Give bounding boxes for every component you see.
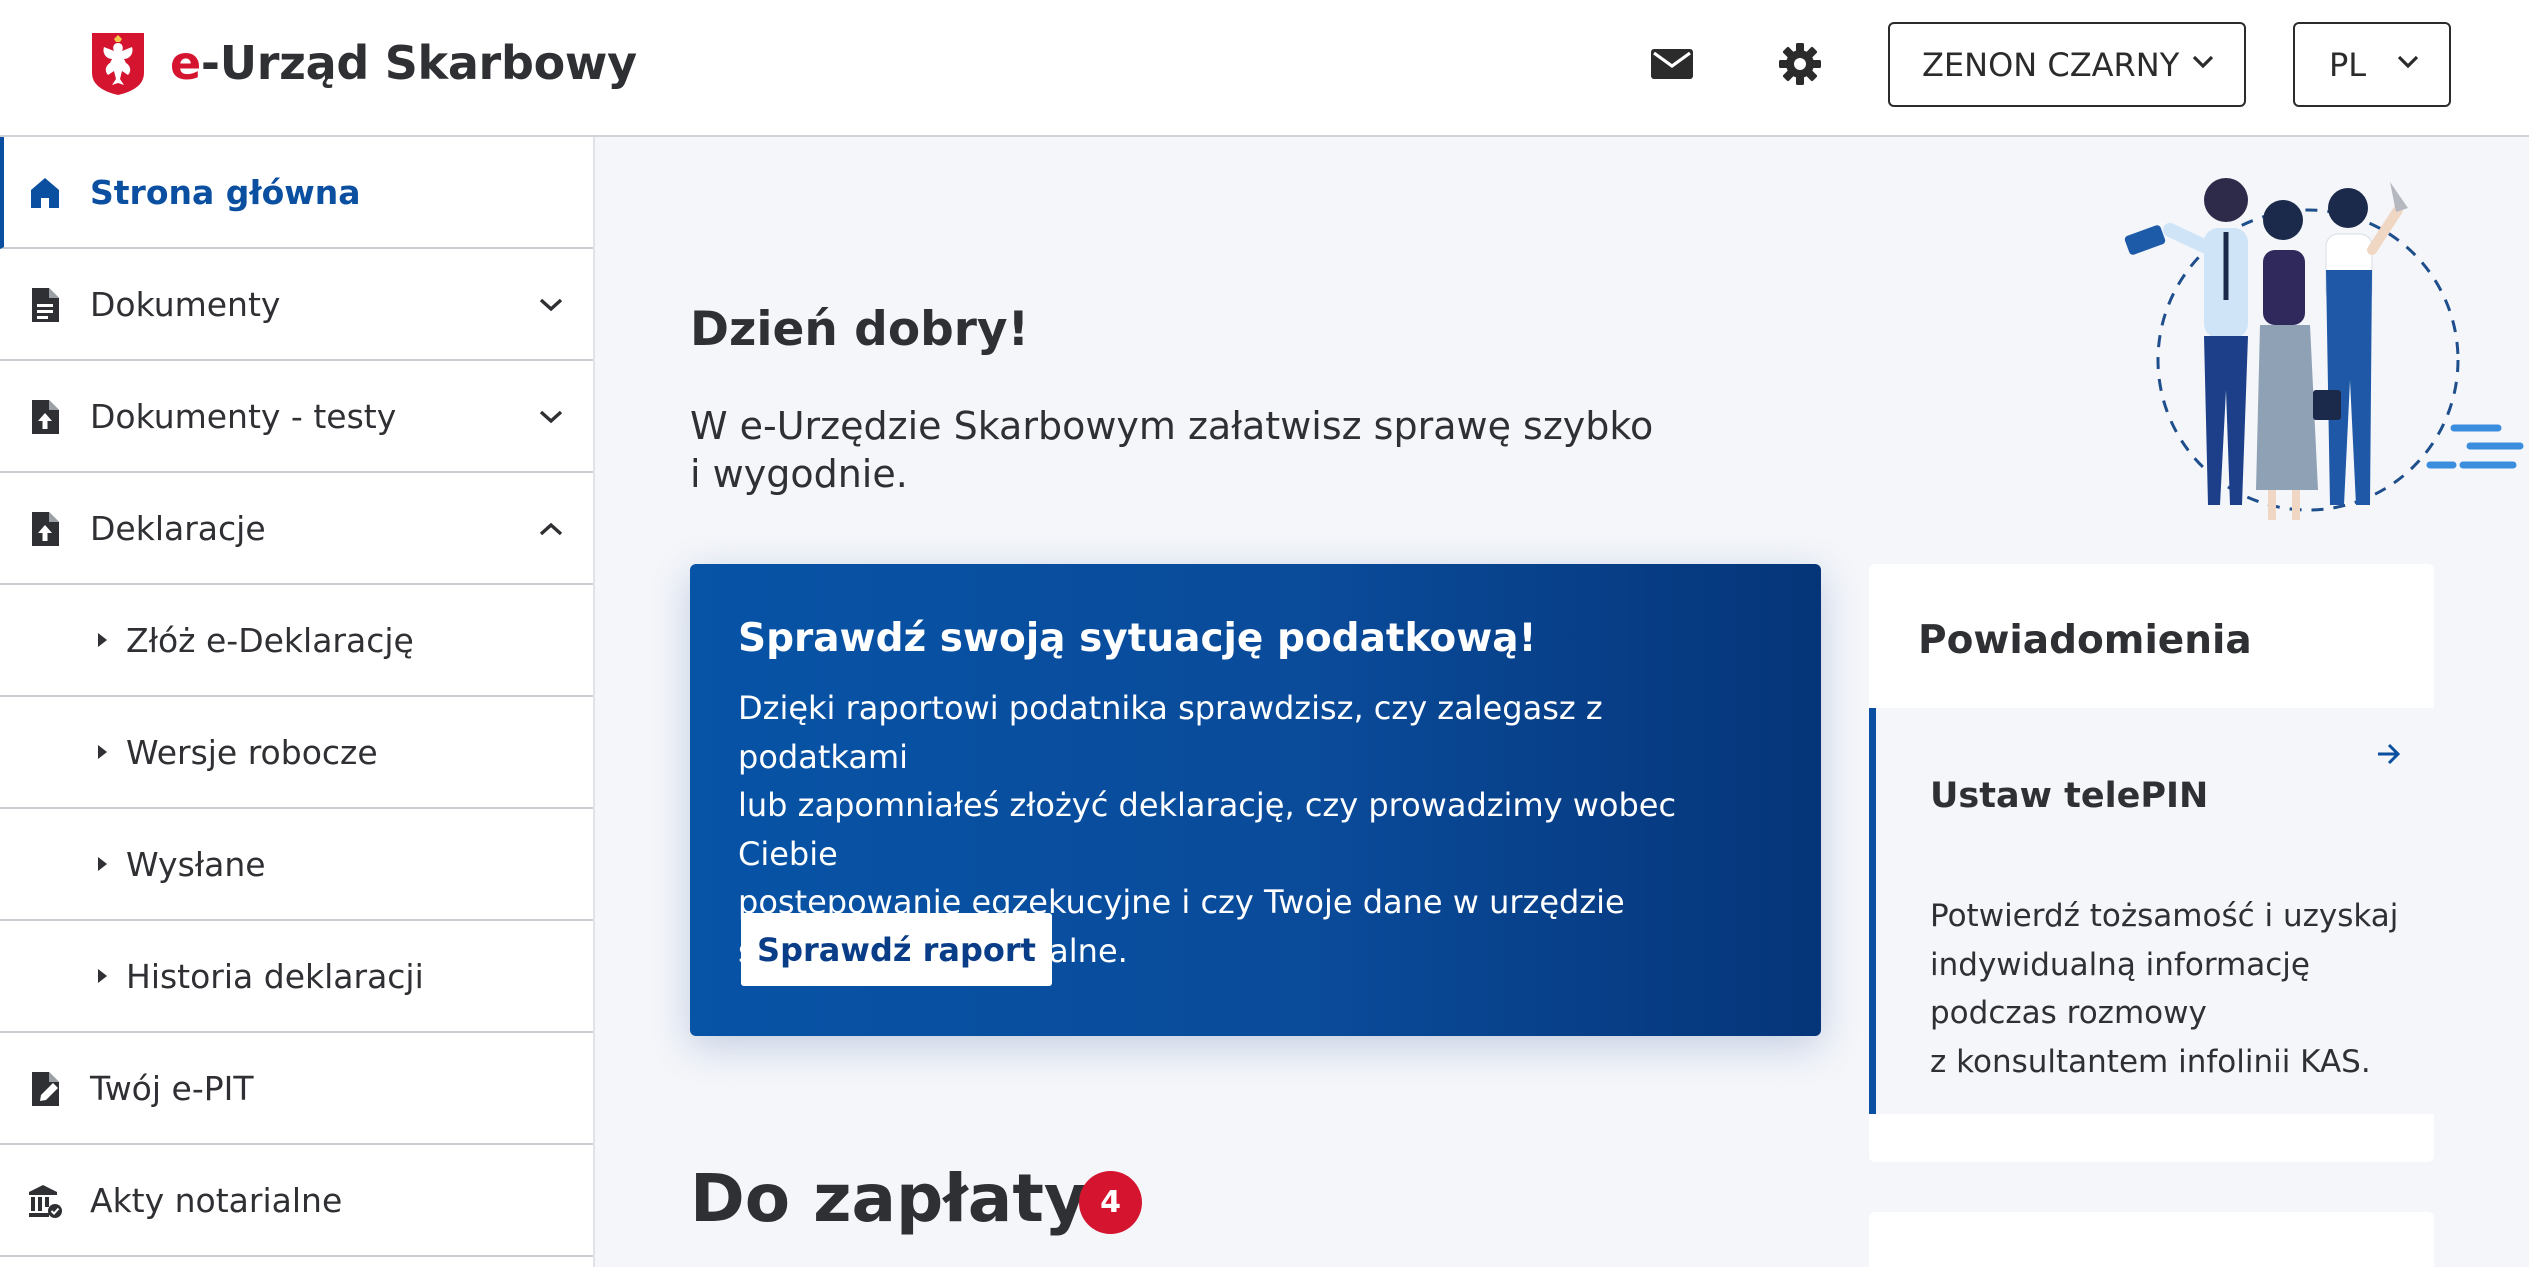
greeting-heading: Dzień dobry! <box>690 302 1030 357</box>
chevron-up-icon <box>539 522 563 536</box>
sidebar-item-notarial-deeds[interactable]: Akty notarialne <box>0 1145 593 1257</box>
banner-title: Sprawdź swoją sytuację podatkową! <box>738 616 1537 661</box>
user-name-label: ZENON CZARNY <box>1922 45 2180 84</box>
sidebar-item-home[interactable]: Strona główna <box>0 137 593 249</box>
people-illustration <box>2124 178 2524 520</box>
chevron-down-icon <box>539 298 563 312</box>
site-logo[interactable]: e-Urząd Skarbowy <box>88 29 637 97</box>
sidebar-subitem-sent[interactable]: Wysłane <box>0 809 593 921</box>
user-menu-dropdown[interactable]: ZENON CZARNY <box>1888 22 2246 107</box>
tax-situation-banner: Sprawdź swoją sytuację podatkową! Dzięki… <box>690 564 1821 1036</box>
payments-due-count-badge: 4 <box>1079 1171 1142 1234</box>
sidebar-nav: Strona główna Dokumenty Dokumenty - test… <box>0 137 595 1267</box>
document-upload-icon <box>32 512 59 546</box>
sidebar-item-epit[interactable]: Twój e-PIT <box>0 1033 593 1145</box>
top-header: e-Urząd Skarbowy ZENON CZARNY PL <box>0 0 2529 137</box>
document-icon <box>32 288 59 322</box>
notification-card-title: Ustaw telePIN <box>1930 776 2209 816</box>
bullet-triangle-icon <box>98 857 107 871</box>
sidebar-item-documents[interactable]: Dokumenty <box>0 249 593 361</box>
payments-due-heading: Do zapłaty <box>690 1160 1087 1237</box>
chevron-down-icon <box>539 410 563 424</box>
check-report-button[interactable]: Sprawdź raport <box>741 913 1052 986</box>
sidebar-subitem-submit-declaration[interactable]: Złóż e-Deklarację <box>0 585 593 697</box>
chevron-down-icon <box>2397 55 2419 69</box>
polish-eagle-emblem-icon <box>92 33 144 95</box>
notification-card-text: Potwierdź tożsamość i uzyskaj indywidual… <box>1930 898 2399 1080</box>
site-title: e-Urząd Skarbowy <box>170 36 637 90</box>
notifications-title: Powiadomienia <box>1918 618 2252 663</box>
notifications-panel: Powiadomienia Ustaw telePIN Potwierdź to… <box>1869 564 2434 1162</box>
bullet-triangle-icon <box>98 745 107 759</box>
sidebar-item-declarations[interactable]: Deklaracje <box>0 473 593 585</box>
arrow-right-icon[interactable] <box>2376 743 2402 765</box>
language-dropdown[interactable]: PL <box>2293 22 2451 107</box>
gear-icon[interactable] <box>1776 40 1824 88</box>
sidebar-subitem-declaration-history[interactable]: Historia deklaracji <box>0 921 593 1033</box>
document-upload-icon <box>32 400 59 434</box>
sidebar-item-documents-tests[interactable]: Dokumenty - testy <box>0 361 593 473</box>
bullet-triangle-icon <box>98 969 107 983</box>
mail-icon[interactable] <box>1648 40 1696 88</box>
secondary-panel <box>1869 1212 2434 1267</box>
chevron-down-icon <box>2192 55 2214 69</box>
home-icon <box>31 178 59 208</box>
document-edit-icon <box>32 1072 59 1106</box>
intro-text: W e-Urzędzie Skarbowym załatwisz sprawę … <box>690 404 1654 496</box>
notification-card-telepin[interactable]: Ustaw telePIN Potwierdź tożsamość i uzys… <box>1869 708 2434 1114</box>
language-label: PL <box>2329 45 2367 84</box>
bullet-triangle-icon <box>98 633 107 647</box>
institution-icon <box>29 1185 62 1218</box>
sidebar-subitem-drafts[interactable]: Wersje robocze <box>0 697 593 809</box>
